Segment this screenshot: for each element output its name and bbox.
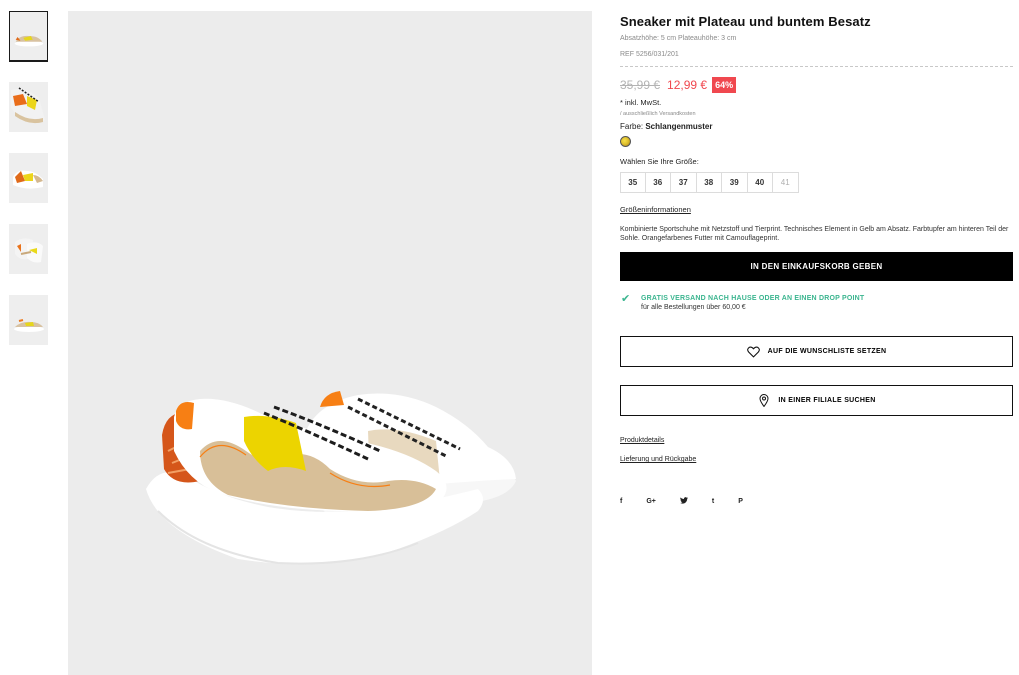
add-to-wishlist-button[interactable]: AUF DIE WUNSCHLISTE SETZEN	[620, 336, 1013, 367]
sneaker-thumb-image	[14, 319, 44, 332]
google-plus-icon[interactable]: G+	[646, 498, 656, 505]
product-title: Sneaker mit Plateau und buntem Besatz	[620, 14, 871, 29]
sneaker-thumb-image	[11, 87, 45, 124]
old-price: 35,99 €	[620, 77, 661, 92]
size-option[interactable]: 36	[645, 172, 671, 193]
pinterest-icon[interactable]: P	[738, 498, 743, 505]
sneaker-thumb-image	[13, 170, 43, 189]
check-icon: ✔	[621, 293, 631, 305]
free-shipping-title: GRATIS VERSAND NACH HAUSE ODER AN EINEN …	[641, 295, 865, 302]
free-shipping-subtitle: für alle Bestellungen über 60,00 €	[641, 304, 746, 311]
twitter-icon[interactable]	[679, 497, 688, 506]
sneaker-thumb-image	[15, 238, 43, 263]
product-details-link[interactable]: Produktdetails	[620, 437, 1013, 444]
color-label: Farbe: Schlangenmuster	[620, 122, 1013, 131]
thumbnail-3[interactable]	[9, 153, 48, 203]
size-option[interactable]: 37	[671, 172, 697, 193]
color-name: Schlangenmuster	[645, 122, 713, 131]
size-selector: 35 36 37 38 39 40 41	[620, 172, 1013, 193]
thumbnail-1[interactable]	[9, 11, 48, 61]
size-option-unavailable[interactable]: 41	[773, 172, 799, 193]
product-subtitle: Absatzhöhe: 5 cm Plateauhöhe: 3 cm	[620, 35, 737, 42]
free-shipping-info: ✔ GRATIS VERSAND NACH HAUSE ODER AN EINE…	[620, 293, 1013, 312]
size-option[interactable]: 40	[747, 172, 773, 193]
thumbnail-list	[9, 11, 49, 366]
color-swatch[interactable]	[620, 136, 631, 147]
size-option[interactable]: 35	[620, 172, 646, 193]
product-ref: REF 5256/031/201	[620, 51, 679, 58]
heart-icon	[747, 345, 761, 359]
facebook-icon[interactable]: f	[620, 498, 622, 505]
social-share: f G+ t P	[620, 497, 1013, 506]
thumbnail-4[interactable]	[9, 224, 48, 274]
tax-note: * inkl. MwSt.	[620, 98, 662, 107]
delivery-returns-link[interactable]: Lieferung und Rückgabe	[620, 456, 1013, 463]
sneaker-illustration	[146, 391, 516, 565]
wishlist-label: AUF DIE WUNSCHLISTE SETZEN	[767, 348, 887, 355]
location-pin-icon	[757, 394, 771, 408]
sneaker-thumb-image	[14, 35, 44, 47]
size-option[interactable]: 39	[722, 172, 748, 193]
shipping-cost-note: / ausschließlich Versandkosten	[620, 111, 696, 117]
thumbnail-5[interactable]	[9, 295, 48, 345]
size-info-link[interactable]: Größeninformationen	[620, 205, 691, 214]
price-row: 35,99 € 12,99 € 64%	[620, 76, 1013, 93]
store-label: IN EINER FILIALE SUCHEN	[778, 397, 876, 404]
product-main-image[interactable]	[68, 11, 592, 675]
thumbnail-2[interactable]	[9, 82, 48, 132]
divider	[620, 66, 1013, 67]
sale-price: 12,99 €	[667, 77, 708, 92]
size-option[interactable]: 38	[696, 172, 722, 193]
size-label: Wählen Sie Ihre Größe:	[620, 157, 699, 166]
product-panel: Sneaker mit Plateau und buntem Besatz Ab…	[620, 14, 1013, 506]
tumblr-icon[interactable]: t	[712, 498, 714, 505]
add-to-cart-button[interactable]: IN DEN EINKAUFSKORB GEBEN	[620, 252, 1013, 281]
product-description: Kombinierte Sportschuhe mit Netzstoff un…	[620, 226, 1009, 242]
discount-badge: 64%	[712, 76, 737, 93]
find-in-store-button[interactable]: IN EINER FILIALE SUCHEN	[620, 385, 1013, 416]
color-prefix: Farbe:	[620, 122, 646, 131]
